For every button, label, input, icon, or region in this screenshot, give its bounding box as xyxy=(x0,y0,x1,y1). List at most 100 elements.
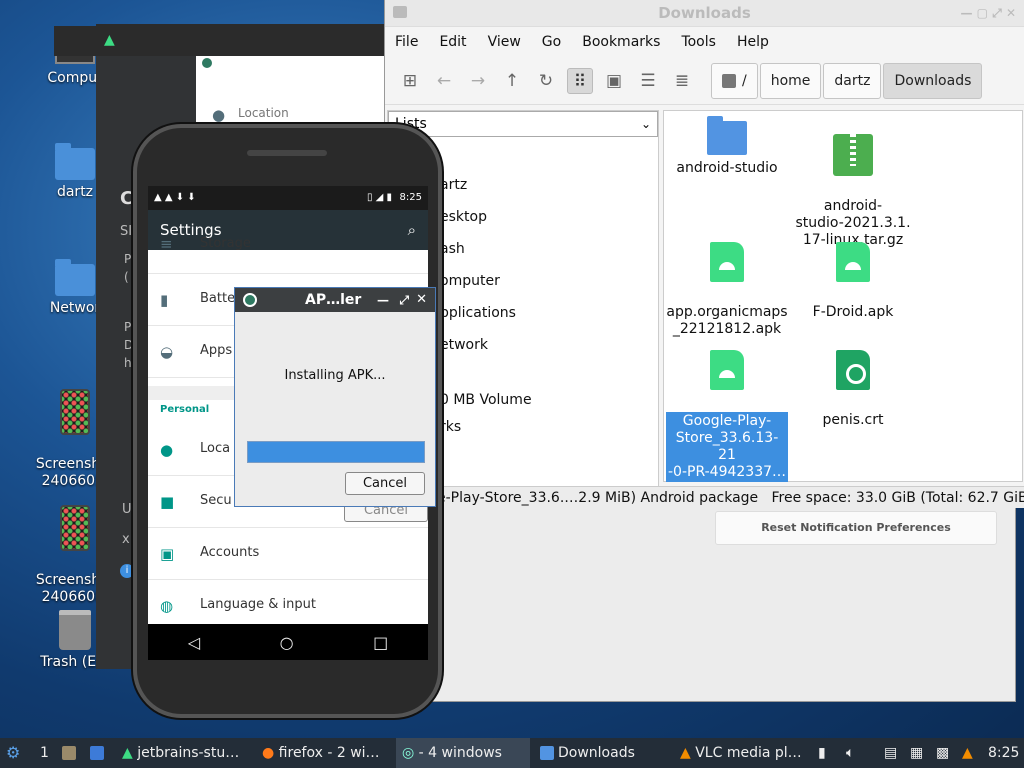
window-controls[interactable]: — ▢ ⤢ ✕ xyxy=(960,0,1016,27)
side-item-trash[interactable]: ash xyxy=(440,241,465,257)
location-pin-icon: ● xyxy=(212,106,226,124)
side-item-home[interactable]: artz xyxy=(440,177,467,193)
back-arrow-icon[interactable]: ← xyxy=(431,68,457,94)
file-manager-window: Downloads — ▢ ⤢ ✕ File Edit View Go Book… xyxy=(384,0,1024,508)
file-android-studio[interactable]: android-studio xyxy=(666,116,788,177)
menu-bookmarks[interactable]: Bookmarks xyxy=(582,34,660,50)
phone-clock: 8:25 xyxy=(399,192,422,203)
side-letter-3: P xyxy=(124,320,132,334)
vlc-icon: ▲ xyxy=(680,745,691,761)
settings-row-accounts[interactable]: ▣ Accounts xyxy=(148,528,428,580)
location-icon: ● xyxy=(160,441,174,459)
nav-recents-icon[interactable]: □ xyxy=(373,633,388,652)
file-penis-crt[interactable]: penis.crt xyxy=(792,333,914,429)
status-bar: e-Play-Store_33.6.…2.9 MiB) Android pack… xyxy=(385,486,1024,508)
side-letter-6: U xyxy=(122,502,132,517)
show-desktop-icon[interactable] xyxy=(62,738,80,768)
file-google-play-store-apk[interactable]: Google-Play- Store_33.6.13-21 -0-PR-4942… xyxy=(666,333,788,482)
menu-view[interactable]: View xyxy=(488,34,521,50)
side-item-volume[interactable]: 0 MB Volume xyxy=(440,392,532,408)
nav-home-icon[interactable]: ○ xyxy=(280,633,294,652)
sdk-letters: SI xyxy=(120,224,133,239)
nav-back-icon[interactable]: ◁ xyxy=(188,633,200,652)
menu-help[interactable]: Help xyxy=(737,34,769,50)
side-letter-7: x xyxy=(122,532,130,547)
task-downloads[interactable]: Downloads xyxy=(536,738,670,768)
folder-icon xyxy=(393,6,407,18)
workspace-switcher[interactable]: 1 xyxy=(40,738,49,768)
new-tab-icon[interactable]: ⊞ xyxy=(397,68,423,94)
side-item-network[interactable]: etwork xyxy=(440,337,488,353)
dialog-message: Installing APK... xyxy=(284,368,386,383)
side-item-computer[interactable]: omputer xyxy=(440,273,500,289)
list-view-icon[interactable]: ≣ xyxy=(669,68,695,94)
breadcrumb-home[interactable]: home xyxy=(759,62,822,99)
archive-icon xyxy=(833,134,873,176)
breadcrumb-root[interactable]: / xyxy=(711,62,758,99)
phone-status-bar: ▲ ▲ ⬇ ⬇ 8:25 ▯ ◢ ▮ xyxy=(148,186,428,210)
task-four-windows[interactable]: ◎ - 4 windows xyxy=(396,738,530,768)
tray-clipboard-icon[interactable]: ▤ xyxy=(884,738,897,768)
menu-tools[interactable]: Tools xyxy=(681,34,716,50)
reload-icon[interactable]: ↻ xyxy=(533,68,559,94)
side-item-applications[interactable]: pplications xyxy=(440,305,516,321)
android-icon: ◒ xyxy=(160,343,174,361)
info-icon: i xyxy=(120,564,134,578)
image-file-icon xyxy=(60,389,90,435)
file-manager-titlebar[interactable]: Downloads — ▢ ⤢ ✕ xyxy=(385,0,1024,27)
apk-installer-dialog: AP…ler — ⤢ ✕ Installing APK... Cancel xyxy=(234,287,436,507)
tray-update-icon[interactable]: ▩ xyxy=(936,738,949,768)
files-launcher-icon[interactable] xyxy=(90,738,108,768)
breadcrumb-downloads[interactable]: Downloads xyxy=(883,62,983,99)
icon-view-icon[interactable]: ⠿ xyxy=(567,67,593,94)
android-studio-titlebar[interactable]: ▲ xyxy=(96,24,406,56)
notification-icons: ▲ ▲ ⬇ ⬇ xyxy=(154,192,196,203)
toolbar: ⊞ ← → ↑ ↻ ⠿ ▣ ☰ ≣ / home dartz Downloads xyxy=(385,57,1024,105)
file-organicmaps-apk[interactable]: app.organicmaps _22121812.apk xyxy=(666,225,788,338)
side-item-bookmarks[interactable]: rks xyxy=(440,419,461,435)
taskbar: ⚙ 1 ▲ jetbrains-stu… ● firefox - 2 wi… ◎… xyxy=(0,738,1024,768)
trash-icon xyxy=(59,610,91,650)
battery-icon: ▮ xyxy=(160,291,169,309)
compact-view-icon[interactable]: ☰ xyxy=(635,68,661,94)
apk-icon xyxy=(710,242,744,282)
side-letter-1: P xyxy=(124,252,132,266)
breadcrumb-dartz[interactable]: dartz xyxy=(823,62,882,99)
tray-battery-icon[interactable]: ▮ xyxy=(818,738,826,768)
forward-arrow-icon[interactable]: → xyxy=(465,68,491,94)
clock: 8:25 xyxy=(988,745,1020,761)
notification-settings-window: Reset Notification Preferences xyxy=(384,506,1016,702)
reset-notification-button[interactable]: Reset Notification Preferences xyxy=(715,511,997,545)
settings-row-storage[interactable]: ≡ Storage xyxy=(148,234,428,274)
dialog-titlebar[interactable]: AP…ler — ⤢ ✕ xyxy=(235,288,435,312)
side-pane-mode-select[interactable]: Lists ⌄ xyxy=(388,111,658,137)
side-letter-2: ( xyxy=(124,270,129,284)
drive-icon xyxy=(722,73,736,88)
tray-volume-icon[interactable]: 🔈︎ xyxy=(846,738,854,768)
side-letter-4: D xyxy=(124,338,134,352)
task-firefox[interactable]: ● firefox - 2 wi… xyxy=(258,738,392,768)
phone-nav-bar: ◁ ○ □ xyxy=(148,624,428,660)
apk-icon xyxy=(710,350,744,390)
installer-app-icon: ◎ xyxy=(402,745,415,761)
thumbnail-view-icon[interactable]: ▣ xyxy=(601,68,627,94)
start-menu-icon[interactable]: ⚙ xyxy=(6,738,20,768)
maximize-icon[interactable]: ⤢ xyxy=(399,288,409,312)
tray-network-icon[interactable]: ▦ xyxy=(910,738,923,768)
up-arrow-icon[interactable]: ↑ xyxy=(499,68,525,94)
certificate-icon xyxy=(836,350,870,390)
file-fdroid-apk[interactable]: F-Droid.apk xyxy=(792,225,914,321)
menu-file[interactable]: File xyxy=(395,34,418,50)
minimize-icon[interactable]: — xyxy=(377,288,389,312)
task-vlc[interactable]: ▲ VLC media pl… xyxy=(676,738,810,768)
side-item-desktop[interactable]: esktop xyxy=(440,209,487,225)
close-icon[interactable]: ✕ xyxy=(416,288,427,312)
task-jetbrains[interactable]: ▲ jetbrains-stu… xyxy=(118,738,254,768)
settings-row-language[interactable]: ◍ Language & input xyxy=(148,580,428,624)
section-personal: Personal xyxy=(160,404,210,415)
globe-icon: ◍ xyxy=(160,597,174,615)
menu-edit[interactable]: Edit xyxy=(439,34,466,50)
cancel-button[interactable]: Cancel xyxy=(345,472,425,495)
menu-go[interactable]: Go xyxy=(542,34,561,50)
tray-vlc-icon[interactable]: ▲ xyxy=(962,738,973,768)
